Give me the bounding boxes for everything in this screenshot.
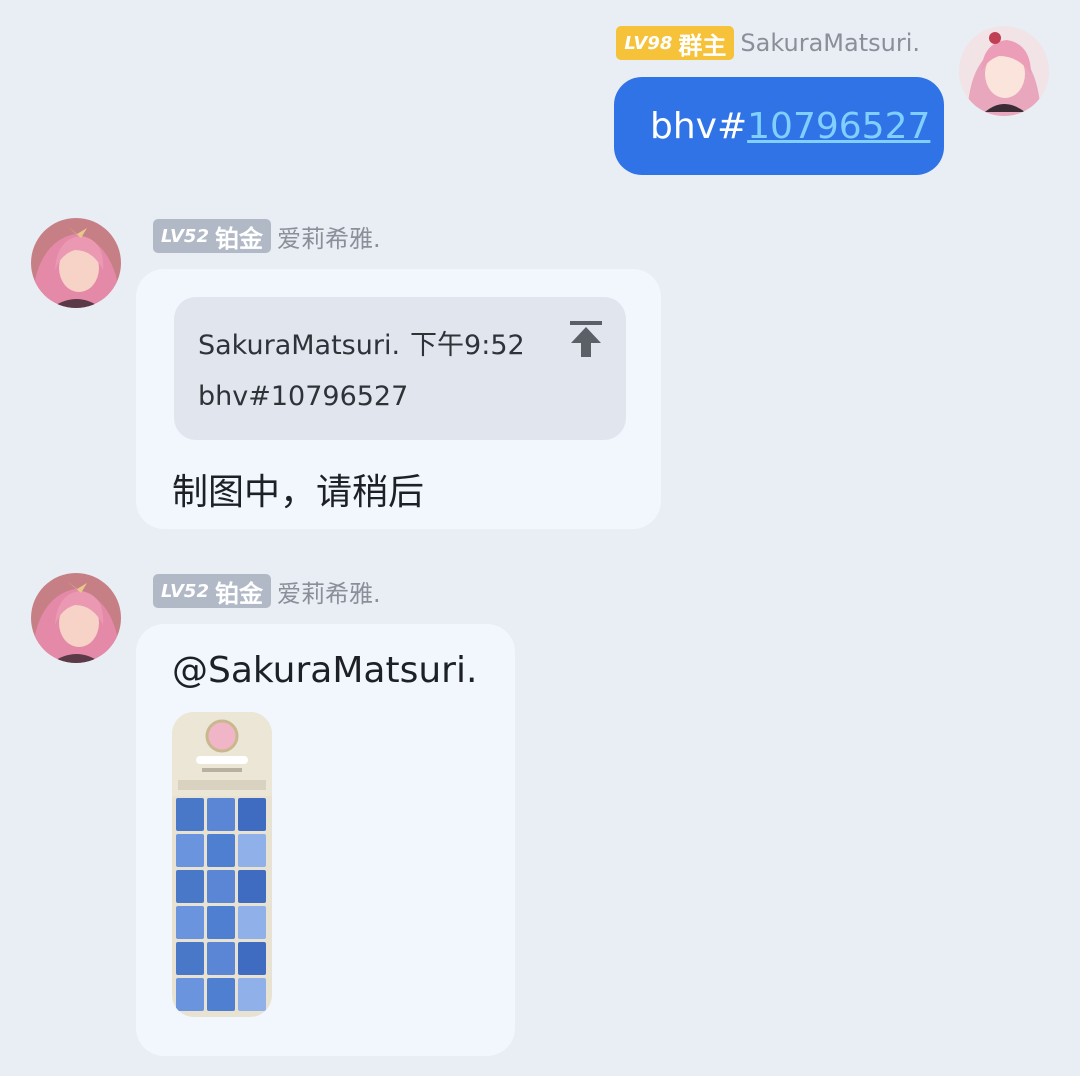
quoted-reply[interactable]: SakuraMatsuri. 下午9:52 bhv#10796527 — [174, 297, 626, 440]
reply-text: bhv#10796527 — [198, 381, 409, 412]
thumbnail-header — [172, 712, 272, 796]
reply-author: SakuraMatsuri. — [198, 330, 401, 361]
message-3-header: LV52 铂金 爱莉希雅. — [153, 574, 381, 608]
level-text: LV98 — [624, 32, 673, 54]
thumbnail-cell — [176, 906, 204, 939]
role-text: 铂金 — [214, 224, 263, 253]
thumbnail-cell — [238, 798, 266, 831]
message-1-bubble[interactable]: bhv# 10796527 — [614, 77, 944, 175]
level-text: LV52 — [161, 225, 209, 247]
reply-time: 下午9:52 — [410, 330, 525, 361]
thumbnail-cell — [238, 870, 266, 903]
id-link[interactable]: 10796527 — [747, 106, 930, 147]
thumbnail-grid — [176, 798, 268, 1011]
role-text: 群主 — [678, 31, 727, 60]
message-3-bubble[interactable]: @SakuraMatsuri. — [136, 624, 515, 1056]
role-text: 铂金 — [214, 579, 263, 608]
thumbnail-cell — [238, 978, 266, 1011]
thumbnail-cell — [176, 798, 204, 831]
avatar-self[interactable] — [959, 26, 1049, 116]
level-badge-member: LV52 铂金 — [153, 219, 271, 253]
message-1-header: LV98 群主 SakuraMatsuri. — [616, 26, 920, 60]
image-thumbnail[interactable] — [172, 712, 272, 1017]
avatar-sender[interactable] — [31, 573, 121, 663]
message-2-bubble[interactable]: SakuraMatsuri. 下午9:52 bhv#10796527 制图中，请稍… — [136, 269, 661, 529]
level-text: LV52 — [161, 580, 209, 602]
message-text: 制图中，请稍后 — [172, 472, 425, 513]
thumbnail-cell — [238, 942, 266, 975]
level-badge-owner: LV98 群主 — [616, 26, 735, 60]
thumbnail-cell — [238, 834, 266, 867]
reply-header: SakuraMatsuri. 下午9:52 — [198, 323, 525, 362]
thumbnail-cell — [207, 978, 235, 1011]
thumbnail-cell — [176, 942, 204, 975]
mention-text[interactable]: @SakuraMatsuri. — [172, 650, 477, 691]
thumbnail-cell — [207, 942, 235, 975]
level-badge-member: LV52 铂金 — [153, 574, 271, 608]
message-2-header: LV52 铂金 爱莉希雅. — [153, 219, 381, 253]
sender-name[interactable]: 爱莉希雅. — [277, 219, 381, 254]
thumbnail-cell — [207, 834, 235, 867]
message-text: bhv# — [650, 105, 748, 147]
sender-name[interactable]: 爱莉希雅. — [277, 574, 381, 609]
thumbnail-cell — [176, 870, 204, 903]
thumbnail-cell — [176, 834, 204, 867]
chat-view: LV98 群主 SakuraMatsuri. bhv# 10796527 LV5… — [0, 0, 1080, 1076]
avatar-sender[interactable] — [31, 218, 121, 308]
jump-to-original-icon[interactable] — [568, 319, 604, 359]
thumbnail-cell — [238, 906, 266, 939]
sender-name[interactable]: SakuraMatsuri. — [740, 29, 920, 57]
thumbnail-cell — [207, 870, 235, 903]
thumbnail-cell — [176, 978, 204, 1011]
thumbnail-cell — [207, 906, 235, 939]
thumbnail-cell — [207, 798, 235, 831]
